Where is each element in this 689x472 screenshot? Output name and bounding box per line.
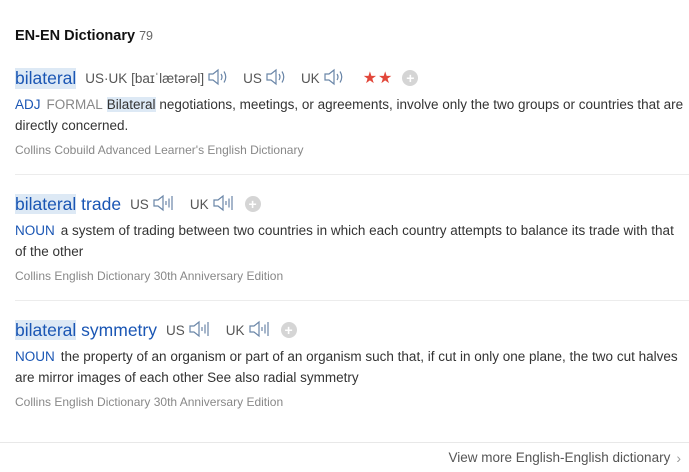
- headword-link[interactable]: bilateral symmetry: [15, 319, 157, 341]
- pronunciation-us[interactable]: US: [130, 194, 176, 215]
- divider: [15, 174, 689, 175]
- entry-bilateral: bilateral US·UK [baɪˈlætərəl] US UK ★★ +…: [15, 66, 689, 157]
- definition: NOUN the property of an organism or part …: [15, 346, 689, 388]
- headword-highlight: bilateral: [15, 319, 77, 340]
- speaker-icon[interactable]: [188, 320, 212, 341]
- result-count: 79: [139, 29, 153, 43]
- add-to-wordbook-icon[interactable]: +: [244, 196, 261, 212]
- part-of-speech: NOUN: [15, 349, 55, 364]
- pronunciation-uk[interactable]: UK: [226, 320, 272, 341]
- pronunciation-uk[interactable]: UK: [301, 68, 345, 89]
- speaker-icon[interactable]: [323, 68, 345, 89]
- definition-text: the property of an organism or part of a…: [15, 349, 678, 385]
- definition: ADJ FORMAL Bilateral negotiations, meeting…: [15, 94, 689, 136]
- register-label: FORMAL: [46, 97, 103, 112]
- headword-highlight: bilateral: [15, 193, 77, 214]
- part-of-speech: NOUN: [15, 223, 55, 238]
- dictionary-header: EN-EN Dictionary 79: [15, 28, 153, 44]
- phonetic-label: US·UK: [85, 70, 128, 86]
- entry-bilateral-trade: bilateral trade US UK + NOUN a system of …: [15, 192, 689, 283]
- uk-label: UK: [225, 322, 245, 338]
- us-label: US: [130, 196, 149, 212]
- phonetic-text: [baɪˈlætərəl]: [131, 70, 205, 86]
- view-more-link[interactable]: View more English-English dictionary: [448, 450, 670, 465]
- entry-bilateral-symmetry: bilateral symmetry US UK + NOUN the prope…: [15, 318, 689, 409]
- part-of-speech: ADJ: [15, 97, 41, 112]
- chevron-right-icon[interactable]: ›: [676, 450, 681, 466]
- speaker-icon[interactable]: [152, 194, 176, 215]
- headword-rest: trade: [81, 193, 122, 214]
- pronunciation-uk[interactable]: UK: [190, 194, 236, 215]
- speaker-icon[interactable]: [212, 194, 236, 215]
- speaker-icon[interactable]: [265, 68, 287, 89]
- source-label: Collins Cobuild Advanced Learner's Engli…: [15, 143, 304, 157]
- add-to-wordbook-icon[interactable]: +: [402, 70, 419, 86]
- source-label: Collins English Dictionary 30th Annivers…: [15, 395, 284, 409]
- pronunciation-us[interactable]: US: [166, 320, 212, 341]
- speaker-icon[interactable]: [248, 320, 272, 341]
- frequency-stars: ★★: [362, 70, 394, 87]
- source-label: Collins English Dictionary 30th Annivers…: [15, 269, 284, 283]
- footer: View more English-English dictionary ›: [0, 442, 689, 472]
- definition: NOUN a system of trading between two coun…: [15, 220, 689, 262]
- pronunciation-us[interactable]: US: [243, 68, 287, 89]
- uk-label: UK: [300, 70, 320, 86]
- pronunciation-usuk[interactable]: US·UK [baɪˈlætərəl]: [85, 68, 229, 89]
- headword-link[interactable]: bilateral trade: [15, 193, 122, 215]
- headword-rest: symmetry: [81, 319, 157, 340]
- uk-label: UK: [189, 196, 209, 212]
- add-to-wordbook-icon[interactable]: +: [280, 322, 297, 338]
- dictionary-title: EN-EN Dictionary: [15, 28, 136, 44]
- us-label: US: [166, 322, 185, 338]
- us-label: US: [243, 70, 262, 86]
- headword-link[interactable]: bilateral: [15, 67, 77, 89]
- definition-text: a system of trading between two countrie…: [15, 223, 674, 259]
- divider: [15, 300, 689, 301]
- speaker-icon[interactable]: [207, 68, 229, 89]
- definition-highlight: Bilateral: [106, 97, 156, 112]
